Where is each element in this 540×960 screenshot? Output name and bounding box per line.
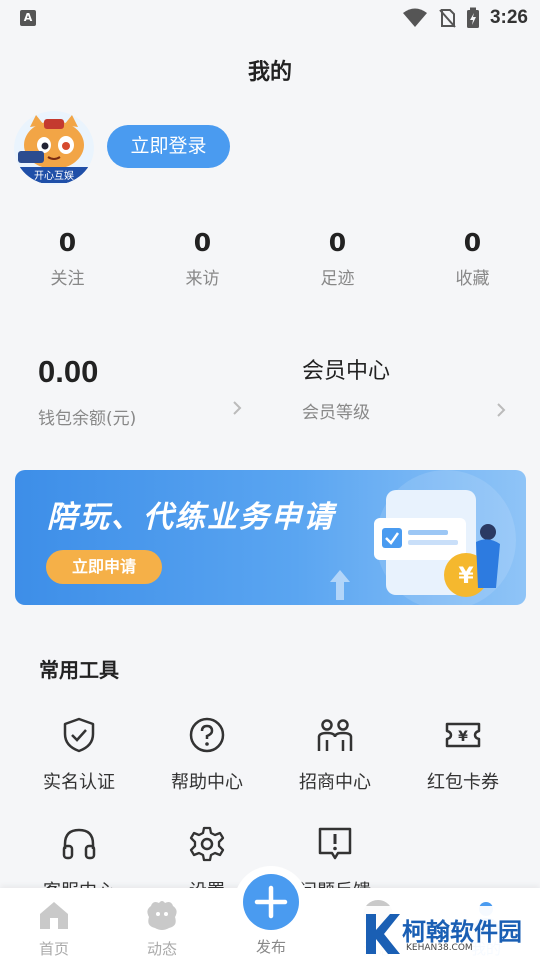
plus-icon	[254, 885, 288, 919]
people-icon	[317, 719, 353, 751]
apply-now-button[interactable]: 立即申请	[46, 550, 162, 584]
tool-label: 帮助中心	[171, 772, 243, 793]
coin-symbol: ¥	[458, 564, 474, 589]
stat-label: 关注	[50, 269, 85, 289]
chevron-right-icon	[233, 401, 242, 415]
watermark-sub: KEHAN38.COM	[406, 943, 473, 953]
tool-label: 红包卡券	[427, 772, 499, 793]
stats-row: 0 关注 0 来访 0 足迹 0 收藏	[0, 226, 540, 292]
tab-label: 动态	[146, 940, 177, 958]
login-button[interactable]: 立即登录	[107, 125, 230, 168]
member-level-label: 会员等级	[302, 403, 370, 423]
stat-label: 来访	[185, 269, 220, 289]
wallet-balance: 0.00	[38, 354, 99, 389]
battery-charging-icon	[466, 7, 479, 28]
home-icon	[40, 902, 68, 929]
stat-value: 0	[58, 228, 77, 257]
wallet-label: 钱包余额(元)	[38, 409, 137, 429]
publish-circle	[243, 874, 299, 930]
ticket-symbol: ¥	[458, 729, 468, 745]
status-bar: A 3:26	[0, 0, 540, 36]
stat-label: 足迹	[320, 269, 355, 289]
stat-value: 0	[328, 228, 347, 257]
banner-title: 陪玩、代练业务申请	[47, 500, 335, 535]
chevron-right-icon	[497, 403, 506, 417]
stat-footprints[interactable]: 0 足迹	[270, 226, 405, 292]
tool-label: 招商中心	[299, 772, 371, 793]
stat-label: 收藏	[455, 269, 490, 289]
publish-label: 发布	[255, 938, 286, 956]
stat-visitors[interactable]: 0 来访	[135, 226, 270, 292]
feedback-icon	[318, 827, 352, 860]
tool-real-name-auth[interactable]: 实名认证	[15, 716, 143, 794]
clock: 3:26	[489, 7, 528, 28]
member-center-title: 会员中心	[302, 359, 391, 384]
banner-illustration: ¥	[330, 470, 516, 605]
wallet-card[interactable]: 0.00 钱包余额(元)	[38, 350, 248, 430]
watermark-text: 柯翰软件园	[402, 918, 522, 946]
publish-button[interactable]	[234, 866, 308, 940]
tool-business-center[interactable]: 招商中心	[271, 716, 399, 794]
tab-label: 首页	[38, 940, 69, 958]
stat-value: 0	[193, 228, 212, 257]
tool-red-packet-coupons[interactable]: ¥ 红包卡券	[399, 716, 527, 794]
watermark: 柯翰软件园 KEHAN38.COM	[360, 906, 540, 960]
tab-moments[interactable]: 动态	[122, 898, 202, 959]
tools-section-title: 常用工具	[39, 658, 119, 682]
watermark-logo	[366, 914, 400, 954]
avatar[interactable]: 开心互娱	[14, 111, 94, 185]
notification-a-icon: A	[20, 10, 36, 26]
moments-icon	[147, 901, 177, 930]
stat-favorites[interactable]: 0 收藏	[405, 226, 540, 292]
tool-help-center[interactable]: 帮助中心	[143, 716, 271, 794]
shield-check-icon	[63, 717, 95, 753]
member-center-card[interactable]: 会员中心 会员等级	[302, 352, 512, 430]
avatar-text: 开心互娱	[34, 169, 74, 182]
headset-icon	[62, 828, 96, 860]
gear-icon	[189, 826, 225, 862]
stat-following[interactable]: 0 关注	[0, 226, 135, 292]
apply-banner[interactable]: ¥ 陪玩、代练业务申请 立即申请	[15, 470, 526, 605]
no-sim-icon	[439, 9, 456, 28]
stat-value: 0	[463, 228, 482, 257]
tab-home[interactable]: 首页	[14, 898, 94, 959]
tool-label: 实名认证	[43, 772, 115, 793]
page-title: 我的	[247, 60, 292, 85]
ticket-icon: ¥	[445, 722, 481, 748]
wifi-icon	[402, 8, 427, 27]
question-circle-icon	[189, 717, 225, 753]
